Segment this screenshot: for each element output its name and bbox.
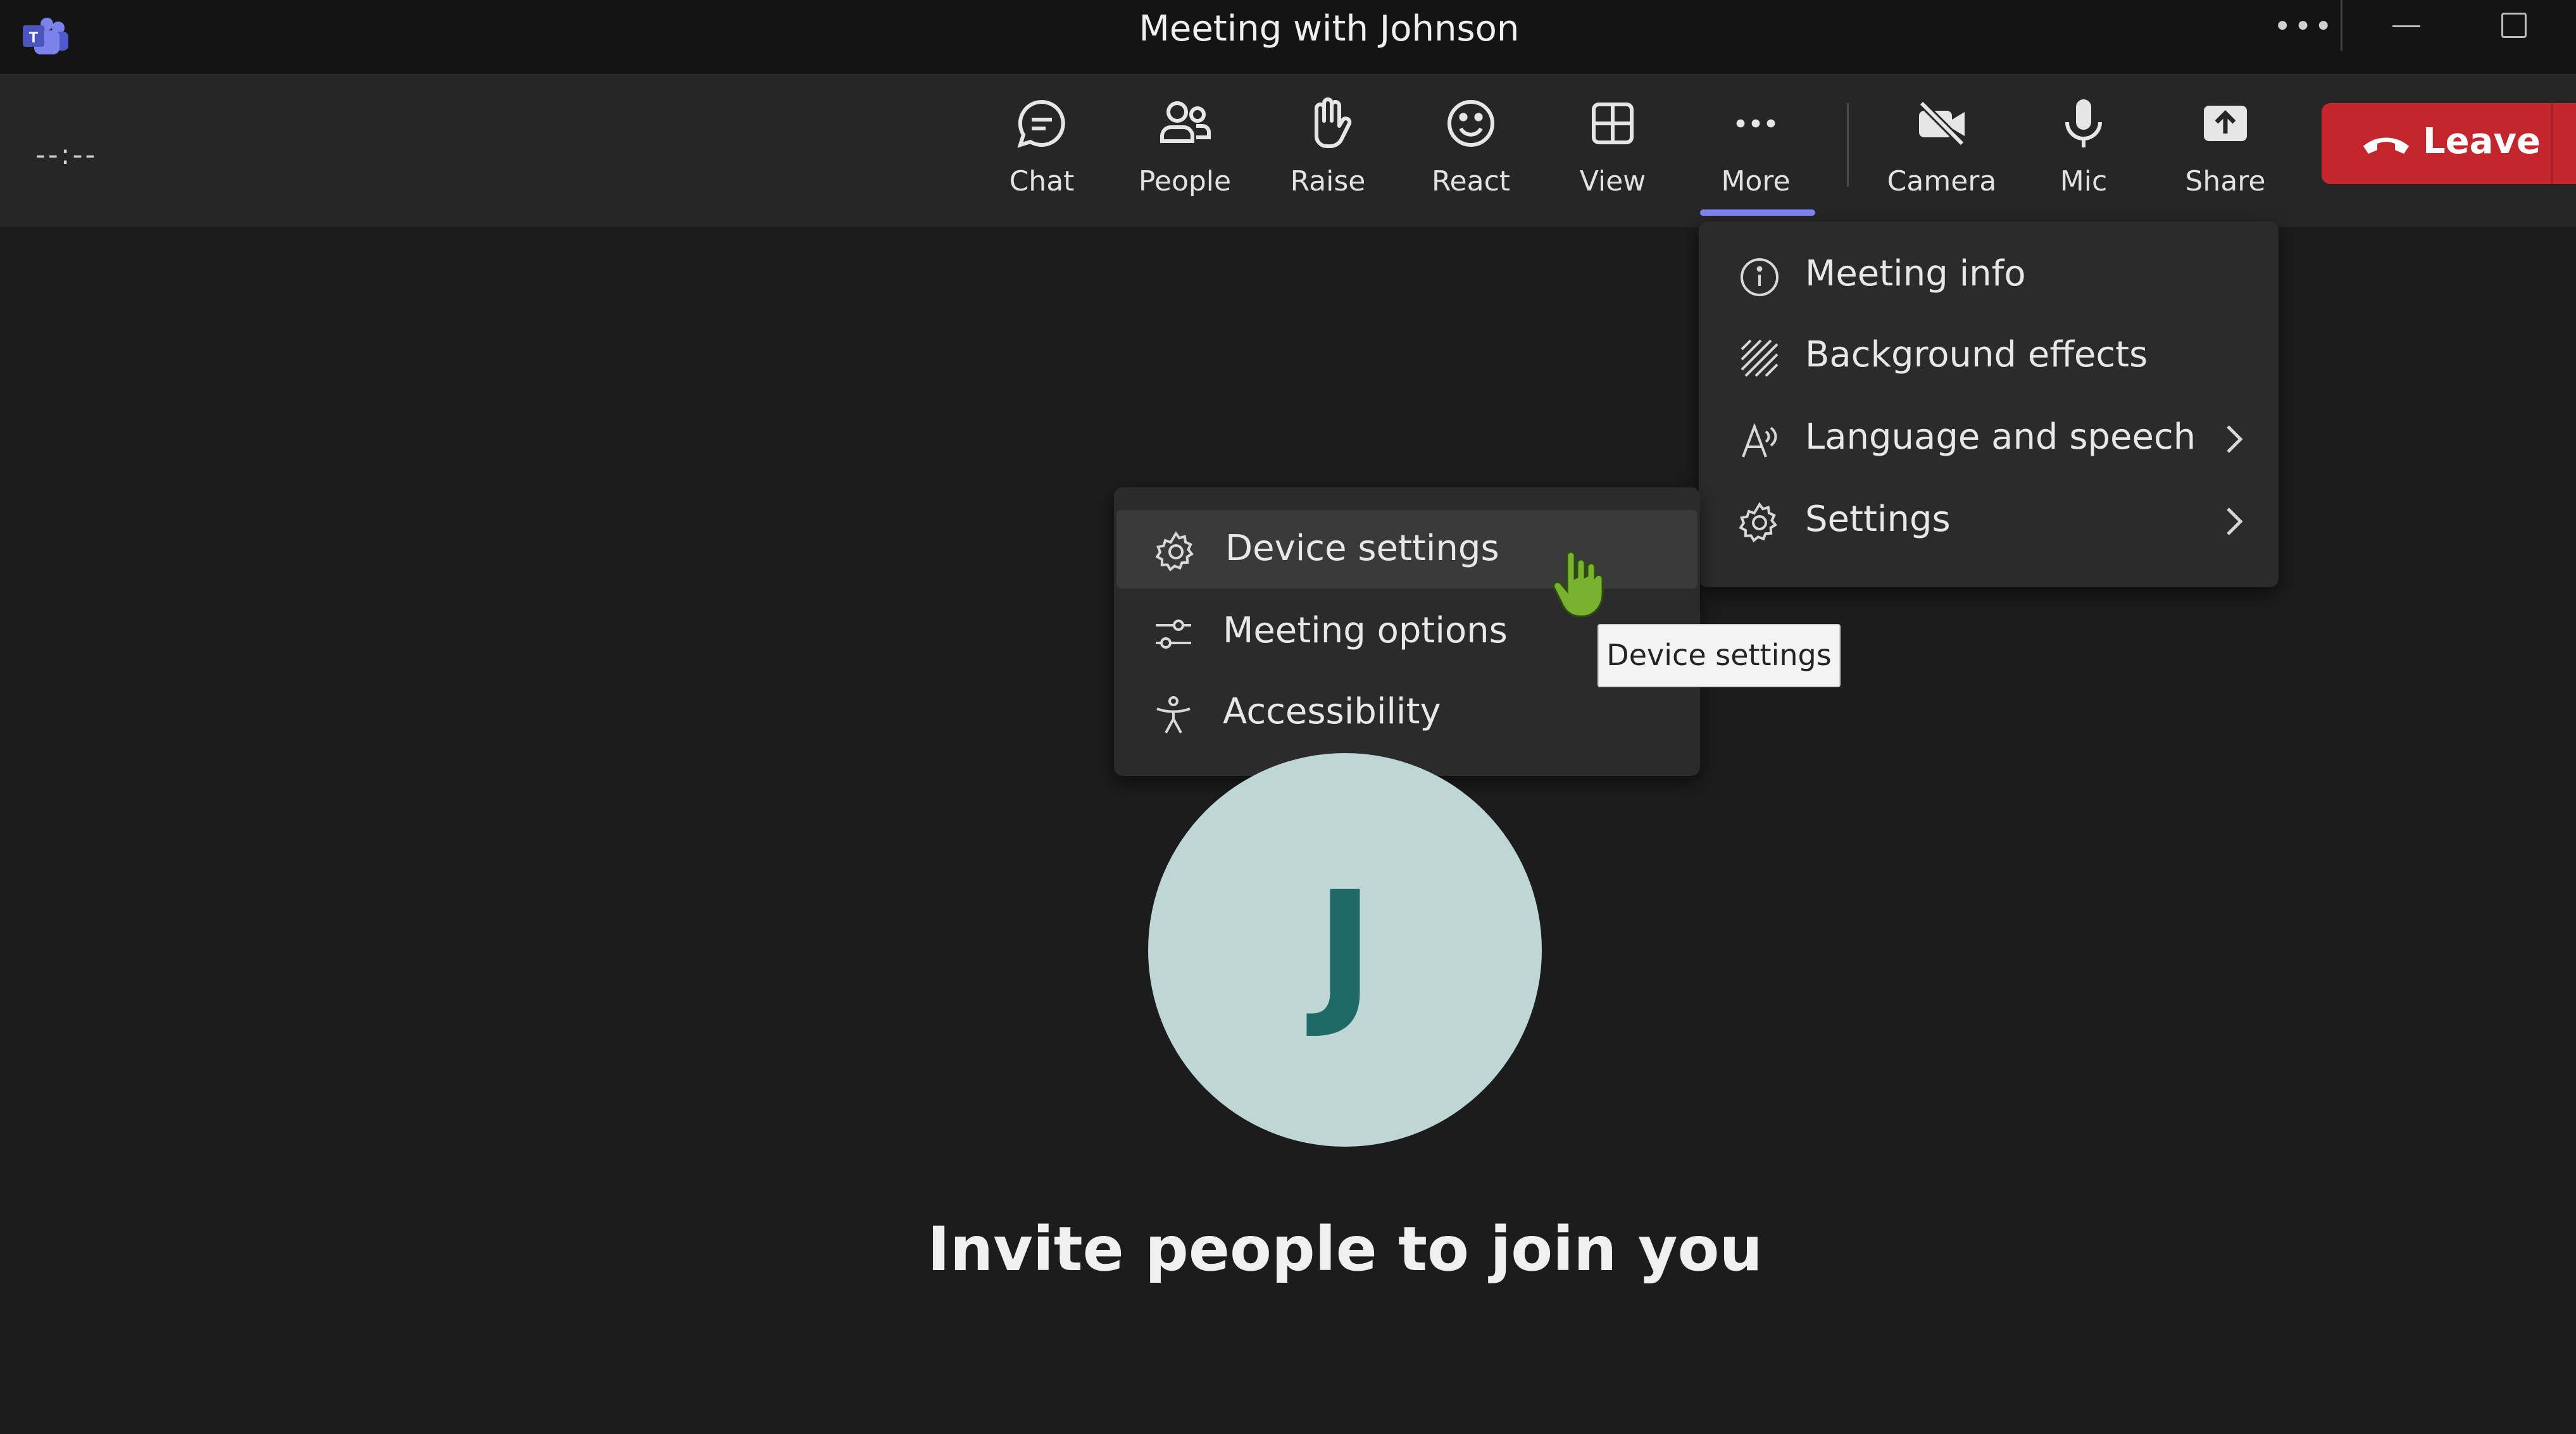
menu-item-meeting-info[interactable]: Meeting info	[1699, 235, 2279, 314]
more-menu: Meeting info Background effects Language…	[1699, 221, 2279, 587]
device-settings-tooltip: Device settings	[1597, 624, 1841, 687]
chat-icon	[1017, 99, 1065, 148]
device-settings-label: Device settings	[1225, 528, 1499, 569]
menu-item-device-settings[interactable]: Device settings	[1116, 510, 1698, 589]
people-icon	[1160, 101, 1211, 143]
camera-off-icon	[1918, 100, 1965, 147]
raise-hand-button[interactable]: Raise	[1265, 93, 1391, 220]
maximize-button[interactable]	[2501, 13, 2527, 38]
background-effects-label: Background effects	[1805, 334, 2148, 375]
smiley-icon	[1447, 100, 1494, 147]
meeting-info-label: Meeting info	[1805, 253, 2026, 294]
leave-split-divider	[2551, 103, 2553, 184]
chevron-right-icon	[2227, 508, 2243, 535]
menu-item-language-and-speech[interactable]: Language and speech	[1699, 399, 2279, 477]
people-label: People	[1138, 165, 1232, 197]
chat-button[interactable]: Chat	[979, 93, 1105, 220]
meeting-timer: --:--	[35, 139, 98, 171]
view-button[interactable]: View	[1549, 93, 1676, 220]
toolbar-divider	[1847, 103, 1849, 187]
share-icon	[2204, 106, 2247, 141]
menu-item-settings[interactable]: Settings	[1699, 481, 2279, 559]
share-button[interactable]: Share	[2162, 93, 2289, 220]
sliders-icon	[1156, 620, 1191, 649]
react-label: React	[1431, 165, 1511, 197]
language-icon	[1742, 423, 1777, 458]
hang-up-icon	[2363, 137, 2409, 154]
more-icon	[1736, 119, 1775, 128]
camera-button[interactable]: Camera	[1879, 93, 2005, 220]
meeting-options-label: Meeting options	[1223, 610, 1508, 651]
react-button[interactable]: React	[1408, 93, 1534, 220]
more-active-indicator	[1700, 209, 1815, 216]
mic-icon	[2065, 99, 2102, 147]
people-button[interactable]: People	[1122, 93, 1248, 220]
raise-hand-icon	[1315, 97, 1352, 148]
window-more-button[interactable]: •••	[2273, 9, 2335, 44]
grid-icon	[1592, 103, 1634, 144]
avatar-initial: J	[1315, 857, 1375, 1042]
window-title: Meeting with Johnson	[1139, 8, 1520, 49]
language-and-speech-label: Language and speech	[1805, 416, 2196, 458]
menu-item-background-effects[interactable]: Background effects	[1699, 316, 2279, 395]
meeting-toolbar: --:-- Chat People Raise React View More …	[0, 74, 2576, 227]
leave-button[interactable]: Leave	[2322, 103, 2576, 184]
participant-avatar: J	[1148, 753, 1542, 1147]
more-button[interactable]: More	[1692, 93, 1819, 220]
chevron-right-icon	[2227, 425, 2243, 453]
gear-icon	[1739, 502, 1777, 543]
leave-label: Leave	[2423, 121, 2541, 162]
accessibility-label: Accessibility	[1223, 691, 1441, 732]
share-label: Share	[2185, 165, 2266, 197]
info-icon	[1741, 258, 1779, 296]
minimize-button[interactable]	[2392, 25, 2420, 27]
title-divider	[2341, 0, 2342, 51]
gear-icon	[1155, 531, 1194, 572]
mic-label: Mic	[2060, 165, 2108, 197]
chat-label: Chat	[1009, 165, 1075, 197]
hand-cursor-icon	[1553, 551, 1604, 618]
accessibility-icon	[1156, 696, 1191, 733]
background-effects-icon	[1741, 339, 1779, 377]
invite-people-heading: Invite people to join you	[927, 1214, 1763, 1285]
settings-label: Settings	[1805, 499, 1951, 540]
view-label: View	[1579, 165, 1646, 197]
title-bar: T Meeting with Johnson •••	[0, 0, 2576, 74]
mic-button[interactable]: Mic	[2020, 93, 2147, 220]
raise-label: Raise	[1290, 165, 1366, 197]
camera-label: Camera	[1887, 165, 1997, 197]
more-label: More	[1721, 165, 1791, 197]
